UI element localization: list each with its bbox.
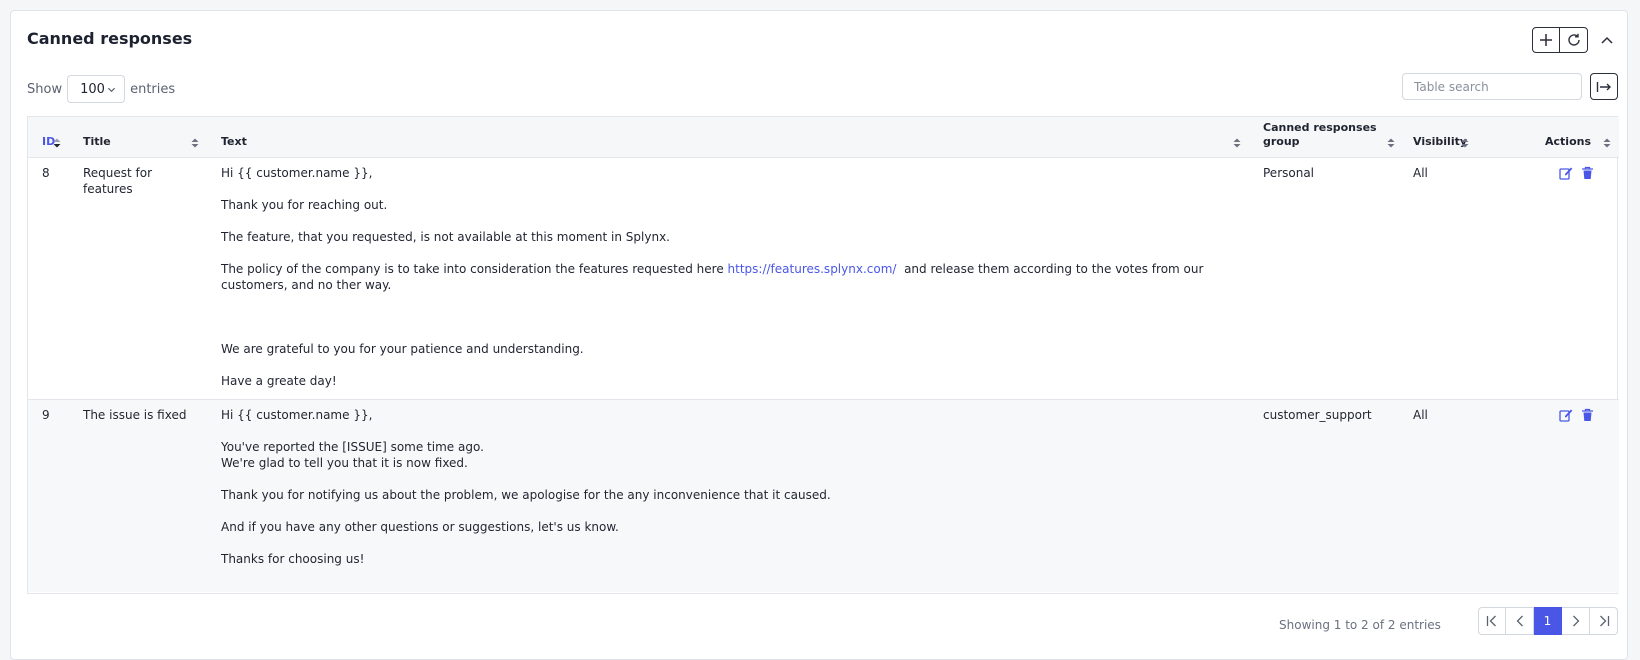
cell-id: 8 xyxy=(42,165,50,180)
text-line: The feature, that you requested, is not … xyxy=(221,229,670,244)
edit-icon[interactable] xyxy=(1559,166,1573,180)
refresh-button[interactable] xyxy=(1560,27,1588,53)
toolbar xyxy=(1532,27,1588,53)
pagination: 1 xyxy=(1478,607,1618,635)
column-actions-label: Actions xyxy=(1545,134,1591,148)
show-label: Show xyxy=(27,81,63,97)
add-button[interactable] xyxy=(1532,27,1560,53)
text-line: And if you have any other questions or s… xyxy=(221,519,619,534)
features-link[interactable]: https://features.splynx.com/ xyxy=(728,262,897,276)
sort-icon xyxy=(1603,138,1611,147)
export-button[interactable] xyxy=(1590,73,1618,100)
text-paragraph: You've reported the [ISSUE] some time ag… xyxy=(221,439,1229,471)
last-page-icon xyxy=(1599,615,1609,627)
column-header-title[interactable]: Title xyxy=(69,117,207,158)
trash-icon[interactable] xyxy=(1581,166,1594,180)
search-input[interactable] xyxy=(1402,73,1582,100)
cell-text: Hi {{ customer.name }}, Thank you for re… xyxy=(207,157,1249,399)
text-line: Have a greate day! xyxy=(221,373,337,388)
plus-icon xyxy=(1540,34,1552,46)
cell-title: The issue is fixed xyxy=(83,407,187,422)
cell-actions xyxy=(1477,399,1619,592)
cell-group: customer_support xyxy=(1263,407,1372,422)
last-page-button[interactable] xyxy=(1590,607,1618,635)
first-page-button[interactable] xyxy=(1478,607,1506,635)
text-line: Hi {{ customer.name }}, xyxy=(221,407,373,422)
length-control: Show 100 entries xyxy=(27,75,175,103)
cell-id: 9 xyxy=(42,407,50,422)
cell-visibility: All xyxy=(1413,407,1428,422)
page-button-current[interactable]: 1 xyxy=(1534,607,1562,635)
trash-icon[interactable] xyxy=(1581,408,1594,422)
text-paragraph: The policy of the company is to take int… xyxy=(221,261,1229,293)
refresh-icon xyxy=(1567,33,1580,46)
chevron-down-icon xyxy=(108,87,116,92)
column-header-id[interactable]: ID xyxy=(28,117,69,158)
text-line: Thank you for reaching out. xyxy=(221,197,388,212)
chevron-up-icon xyxy=(1601,36,1613,44)
chevron-right-icon xyxy=(1572,615,1579,627)
arrow-to-line-icon xyxy=(1596,81,1611,92)
column-header-actions[interactable]: Actions xyxy=(1477,117,1619,158)
edit-icon[interactable] xyxy=(1559,408,1573,422)
table-row: 9 The issue is fixed Hi {{ customer.name… xyxy=(28,399,1619,592)
chevron-left-icon xyxy=(1516,615,1523,627)
cell-group: Personal xyxy=(1263,165,1315,180)
canned-responses-table: ID Title Text Canned responses group Vis… xyxy=(27,116,1619,594)
cell-actions xyxy=(1477,157,1619,399)
column-group-label: Canned responses group xyxy=(1263,120,1377,148)
table-info: Showing 1 to 2 of 2 entries xyxy=(1279,618,1441,632)
text-line: We are grateful to you for your patience… xyxy=(221,341,584,356)
column-header-group[interactable]: Canned responses group xyxy=(1249,117,1403,158)
sort-icon xyxy=(1461,138,1469,147)
previous-page-button[interactable] xyxy=(1506,607,1534,635)
entries-select[interactable]: 100 xyxy=(67,75,126,103)
text-fragment: The policy of the company is to take int… xyxy=(221,261,728,276)
sort-icon xyxy=(191,138,199,147)
text-fragment: We're glad to tell you that it is now fi… xyxy=(221,455,468,470)
cell-text: Hi {{ customer.name }}, You've reported … xyxy=(207,399,1249,592)
column-header-text[interactable]: Text xyxy=(207,117,1249,158)
column-text-label: Text xyxy=(221,134,247,148)
sort-icon xyxy=(1233,138,1241,147)
text-line: Hi {{ customer.name }}, xyxy=(221,165,373,180)
sort-desc-icon xyxy=(53,138,61,147)
next-page-button[interactable] xyxy=(1562,607,1590,635)
canned-responses-card: Canned responses Show 100 entries Table … xyxy=(10,10,1628,660)
first-page-icon xyxy=(1486,615,1496,627)
table-row: 8 Request for features Hi {{ customer.na… xyxy=(28,157,1619,399)
table-header-row: ID Title Text Canned responses group Vis… xyxy=(28,117,1619,158)
column-title-label: Title xyxy=(83,134,111,148)
entries-select-value: 100 xyxy=(80,81,105,97)
text-fragment: You've reported the [ISSUE] some time ag… xyxy=(221,439,484,454)
column-header-visibility[interactable]: Visibility xyxy=(1403,117,1477,158)
text-line: Thank you for notifying us about the pro… xyxy=(221,487,831,502)
column-visibility-label: Visibility xyxy=(1413,134,1468,148)
sort-icon xyxy=(1387,138,1395,147)
cell-title: Request for features xyxy=(83,165,153,196)
page-title: Canned responses xyxy=(27,29,193,48)
cell-visibility: All xyxy=(1413,165,1428,180)
collapse-button[interactable] xyxy=(1596,29,1618,51)
text-line: Thanks for choosing us! xyxy=(221,551,365,566)
entries-label: entries xyxy=(130,81,176,97)
